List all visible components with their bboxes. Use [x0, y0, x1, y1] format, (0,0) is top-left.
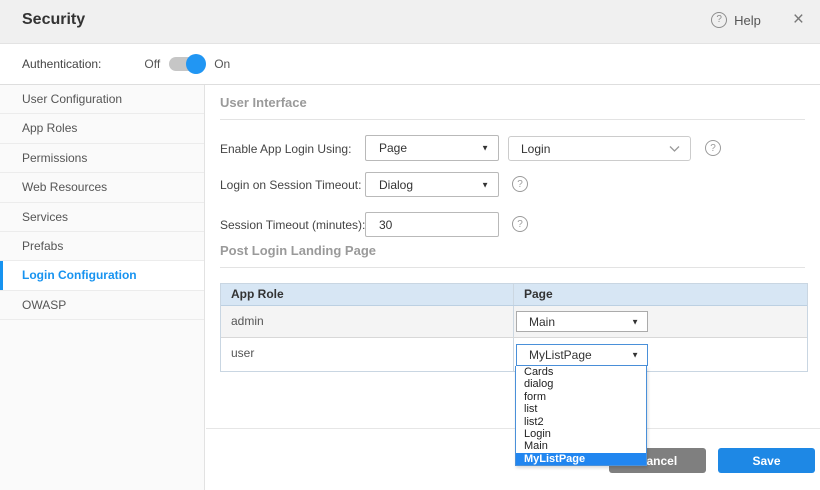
table-row: user MyListPage ▼: [221, 338, 807, 371]
dropdown-option[interactable]: list2: [516, 416, 646, 428]
section-title-user-interface: User Interface: [220, 95, 805, 120]
help-icon[interactable]: ?: [711, 12, 727, 28]
toggle-off-label: Off: [144, 57, 160, 71]
help-link[interactable]: Help: [734, 13, 761, 28]
table-header-row: App Role Page: [221, 284, 807, 306]
title-bar: Security ? Help ×: [0, 0, 820, 44]
authentication-bar: Authentication: Off On: [0, 44, 820, 85]
footer-divider: [206, 428, 820, 429]
admin-page-select[interactable]: Main ▼: [516, 311, 648, 332]
dropdown-option[interactable]: Login: [516, 428, 646, 440]
table-row: admin Main ▼: [221, 306, 807, 338]
toggle-knob-icon: [186, 54, 206, 74]
enable-app-login-label: Enable App Login Using:: [220, 142, 351, 156]
dropdown-option[interactable]: Main: [516, 440, 646, 452]
save-button[interactable]: Save: [718, 448, 815, 473]
column-header-app-role: App Role: [221, 284, 514, 305]
sidebar-item-owasp[interactable]: OWASP: [0, 291, 204, 320]
login-session-timeout-label: Login on Session Timeout:: [220, 178, 361, 192]
page-title: Security: [22, 11, 85, 29]
help-icon[interactable]: ?: [512, 216, 528, 232]
login-configuration-panel: User Interface Enable App Login Using: P…: [206, 85, 820, 490]
page-dropdown-list: Cards dialog form list list2 Login Main …: [515, 366, 647, 466]
sidebar-item-user-configuration[interactable]: User Configuration: [0, 85, 204, 114]
app-role-cell: admin: [221, 306, 514, 337]
dropdown-option-selected[interactable]: MyListPage: [516, 453, 646, 465]
close-icon[interactable]: ×: [793, 12, 804, 28]
dropdown-option[interactable]: form: [516, 391, 646, 403]
settings-sidebar: User Configuration App Roles Permissions…: [0, 85, 205, 490]
authentication-label: Authentication:: [22, 57, 101, 71]
sidebar-item-prefabs[interactable]: Prefabs: [0, 232, 204, 261]
dropdown-option[interactable]: Cards: [516, 366, 646, 378]
toggle-on-label: On: [214, 57, 230, 71]
login-page-combobox[interactable]: Login: [508, 136, 691, 161]
dropdown-arrow-icon: ▼: [481, 144, 489, 153]
dropdown-arrow-icon: ▼: [481, 180, 489, 189]
dropdown-arrow-icon: ▼: [631, 317, 639, 326]
help-icon[interactable]: ?: [512, 176, 528, 192]
dropdown-arrow-icon: ▼: [631, 351, 639, 360]
session-timeout-mode-select[interactable]: Dialog ▼: [365, 172, 499, 197]
sidebar-item-app-roles[interactable]: App Roles: [0, 114, 204, 143]
column-header-page: Page: [514, 284, 807, 305]
authentication-toggle[interactable]: [169, 57, 204, 71]
session-timeout-input[interactable]: [365, 212, 499, 237]
sidebar-item-web-resources[interactable]: Web Resources: [0, 173, 204, 202]
sidebar-item-permissions[interactable]: Permissions: [0, 144, 204, 173]
session-timeout-minutes-label: Session Timeout (minutes):: [220, 218, 365, 232]
login-type-select[interactable]: Page ▼: [365, 135, 499, 161]
section-title-post-login: Post Login Landing Page: [220, 243, 805, 268]
dropdown-option[interactable]: list: [516, 403, 646, 415]
chevron-down-icon: [669, 145, 680, 152]
sidebar-item-services[interactable]: Services: [0, 203, 204, 232]
security-dialog: Security ? Help × Authentication: Off On…: [0, 0, 820, 490]
user-page-select[interactable]: MyListPage ▼: [516, 344, 648, 366]
dropdown-option[interactable]: dialog: [516, 378, 646, 390]
titlebar-actions: ? Help ×: [711, 12, 804, 28]
sidebar-item-login-configuration[interactable]: Login Configuration: [0, 261, 204, 290]
help-icon[interactable]: ?: [705, 140, 721, 156]
post-login-table: App Role Page admin Main ▼ user MyListPa…: [220, 283, 808, 372]
app-role-cell: user: [221, 338, 514, 371]
